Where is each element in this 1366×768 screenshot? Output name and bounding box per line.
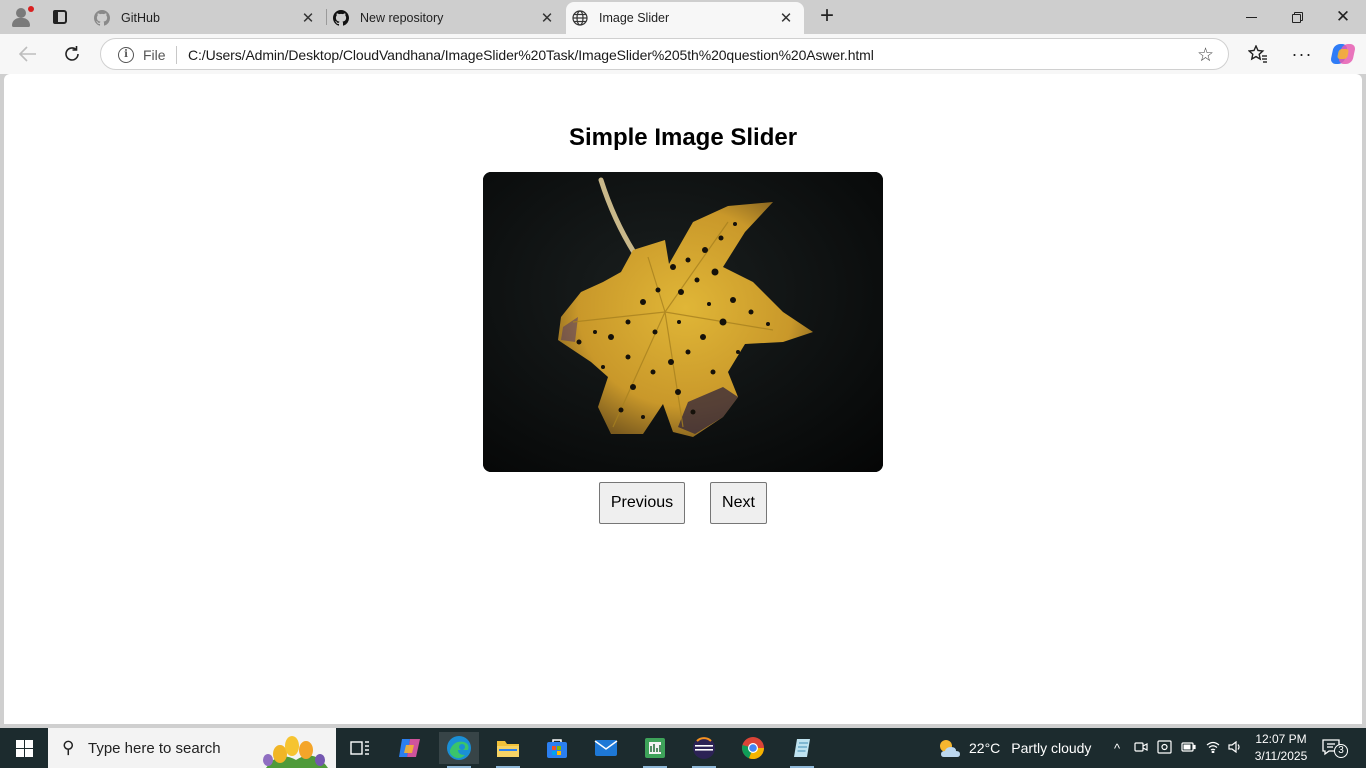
notepad-button[interactable] [782, 732, 822, 768]
clock-time: 12:07 PM [1255, 732, 1307, 746]
eclipse-icon [693, 737, 715, 759]
tab-title: New repository [360, 11, 444, 25]
back-button[interactable] [13, 39, 43, 69]
tab-title: GitHub [121, 11, 160, 25]
globe-icon [572, 10, 588, 26]
scheme-label: File [143, 47, 166, 63]
windows-taskbar: ⚲ Type here to search 22°C Partly cloudy… [0, 728, 1366, 768]
chrome-button[interactable] [733, 732, 773, 764]
new-tab-button[interactable]: + [815, 4, 839, 29]
microsoft-store-icon [547, 739, 567, 758]
minimize-icon [1245, 16, 1257, 18]
info-icon[interactable]: i [118, 47, 134, 63]
favorite-star-icon[interactable]: ☆ [1197, 44, 1214, 67]
refresh-icon [65, 46, 79, 61]
taskbar-search[interactable]: ⚲ Type here to search [48, 728, 336, 768]
settings-menu-button[interactable]: ··· [1287, 39, 1317, 69]
copilot-icon [399, 739, 420, 757]
start-button[interactable] [0, 728, 48, 768]
partly-cloudy-icon [940, 740, 960, 757]
mail-icon [594, 740, 618, 756]
github-icon [94, 10, 110, 26]
favorites-icon [1248, 45, 1267, 63]
spreadsheet-app-button[interactable] [635, 732, 675, 768]
profile-avatar-icon[interactable] [8, 5, 34, 29]
search-icon: ⚲ [62, 738, 75, 757]
tab-title: Image Slider [599, 11, 670, 25]
copilot-icon[interactable] [1329, 44, 1357, 64]
close-tab-icon[interactable]: ✕ [537, 8, 557, 28]
meet-now-icon[interactable] [1134, 740, 1148, 757]
address-bar[interactable]: i File C:/Users/Admin/Desktop/CloudVandh… [100, 38, 1229, 70]
copilot-taskbar-button[interactable] [390, 732, 430, 764]
close-window-button[interactable]: ✕ [1320, 0, 1366, 34]
edge-taskbar-button[interactable] [439, 732, 479, 768]
favorites-button[interactable] [1243, 39, 1273, 69]
next-button[interactable]: Next [710, 482, 767, 524]
back-arrow-icon [19, 46, 36, 62]
minimize-button[interactable] [1228, 0, 1274, 34]
file-explorer-icon [497, 741, 519, 757]
more-dots-icon: ··· [1291, 43, 1313, 64]
restore-icon [1291, 11, 1303, 23]
tulip-flowers-icon [263, 736, 328, 768]
clock-date: 3/11/2025 [1254, 749, 1308, 763]
close-tab-icon[interactable]: ✕ [776, 8, 796, 28]
screen-capture-icon[interactable] [1157, 739, 1172, 757]
address-divider [176, 46, 177, 64]
refresh-button[interactable] [57, 39, 87, 69]
tab-image-slider[interactable]: Image Slider ✕ [566, 2, 804, 34]
store-button[interactable] [537, 732, 577, 764]
weather-condition: Partly cloudy [1011, 740, 1092, 756]
previous-button[interactable]: Previous [599, 482, 685, 524]
notification-count-badge: 3 [1334, 744, 1348, 758]
notification-center-button[interactable]: 3 [1322, 738, 1348, 758]
github-icon [333, 10, 349, 26]
restore-button[interactable] [1274, 0, 1320, 34]
task-view-icon [350, 741, 369, 755]
spreadsheet-app-icon [645, 738, 665, 758]
search-placeholder: Type here to search [88, 740, 221, 757]
weather-widget[interactable]: 22°C Partly cloudy [936, 728, 1091, 768]
slider-image [483, 172, 883, 472]
mail-button[interactable] [586, 732, 626, 764]
tab-github[interactable]: GitHub ✕ [88, 2, 326, 34]
battery-icon[interactable] [1181, 741, 1196, 756]
url-text[interactable]: C:/Users/Admin/Desktop/CloudVandhana/Ima… [188, 47, 874, 63]
notepad-icon [794, 739, 810, 757]
page-title: Simple Image Slider [568, 124, 798, 151]
yellow-leaf-photo [483, 172, 883, 472]
edge-icon [447, 736, 471, 760]
volume-icon[interactable] [1228, 740, 1242, 756]
tab-new-repository[interactable]: New repository ✕ [327, 2, 565, 34]
close-tab-icon[interactable]: ✕ [298, 8, 318, 28]
system-clock[interactable]: 12:07 PM 3/11/2025 [1250, 731, 1312, 765]
tab-actions-icon[interactable] [50, 7, 70, 27]
browser-toolbar: i File C:/Users/Admin/Desktop/CloudVandh… [0, 34, 1366, 74]
show-hidden-icons-chevron-icon[interactable]: ^ [1110, 741, 1124, 756]
close-icon: ✕ [1335, 7, 1351, 26]
chrome-icon [742, 737, 765, 760]
page-viewport: Simple Image Slider Previous Next [4, 74, 1362, 724]
file-explorer-button[interactable] [488, 732, 528, 768]
task-view-button[interactable] [340, 732, 380, 764]
system-tray: ^ [1110, 728, 1242, 768]
wifi-icon[interactable] [1206, 741, 1220, 756]
weather-temp: 22°C [969, 740, 1001, 756]
eclipse-button[interactable] [684, 732, 724, 768]
tab-strip: GitHub ✕ New repository ✕ Image Slider ✕… [0, 0, 1366, 34]
windows-logo-icon [15, 739, 33, 757]
